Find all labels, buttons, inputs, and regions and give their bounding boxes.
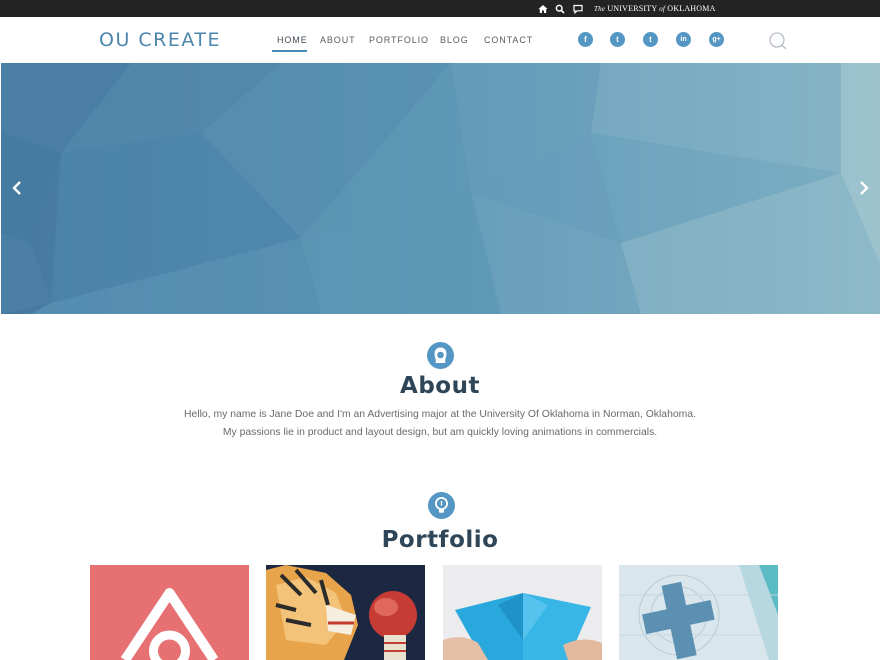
- tiger-boxing-illustration-thumbnail[interactable]: [266, 565, 425, 660]
- about-text-line-1: Hello, my name is Jane Doe and I'm an Ad…: [184, 409, 696, 420]
- paper-airplane-photo-thumbnail[interactable]: [443, 565, 602, 660]
- about-text-line-2: My passions lie in product and layout de…: [222, 427, 658, 438]
- comment-icon[interactable]: [573, 3, 583, 14]
- nav-about[interactable]: ABOUT: [320, 35, 356, 46]
- wordmark-of: of: [659, 5, 666, 13]
- wordmark-last: OKLAHOMA: [667, 4, 716, 13]
- google-plus-icon[interactable]: g+: [709, 32, 724, 47]
- nav-portfolio[interactable]: PORTFOLIO: [369, 35, 429, 46]
- active-nav-indicator: [272, 50, 307, 52]
- polygon-background: [1, 63, 880, 314]
- nav-contact[interactable]: CONTACT: [484, 35, 533, 46]
- nav-home[interactable]: HOME: [277, 35, 308, 46]
- university-wordmark[interactable]: The UNIVERSITY of OKLAHOMA: [594, 3, 716, 15]
- chevron-left-icon[interactable]: [5, 173, 29, 203]
- twitter-icon[interactable]: t: [610, 32, 625, 47]
- tumblr-icon[interactable]: t: [643, 32, 658, 47]
- chevron-right-icon[interactable]: [852, 173, 876, 203]
- search-icon[interactable]: [555, 3, 565, 14]
- facebook-icon[interactable]: f: [578, 32, 593, 47]
- linkedin-icon[interactable]: in: [676, 32, 691, 47]
- cross-logo-thumbnail[interactable]: [619, 565, 778, 660]
- utility-bar: The UNIVERSITY of OKLAHOMA: [0, 0, 880, 17]
- lightbulb-icon: [428, 492, 455, 519]
- person-icon: [427, 342, 454, 369]
- portfolio-heading: Portfolio: [381, 527, 499, 553]
- site-logo[interactable]: OU CREATE: [99, 29, 221, 51]
- wordmark-first: UNIVERSITY: [607, 4, 658, 13]
- search-icon[interactable]: [768, 31, 788, 51]
- home-icon[interactable]: [538, 3, 548, 14]
- about-heading: About: [400, 373, 480, 399]
- wordmark-prefix: The: [594, 5, 606, 13]
- nav-blog[interactable]: BLOG: [440, 35, 469, 46]
- site-header: OU CREATE HOME ABOUT PORTFOLIO BLOG CONT…: [0, 17, 880, 63]
- airbnb-logo-thumbnail[interactable]: [90, 565, 249, 660]
- hero-slider: [1, 63, 880, 314]
